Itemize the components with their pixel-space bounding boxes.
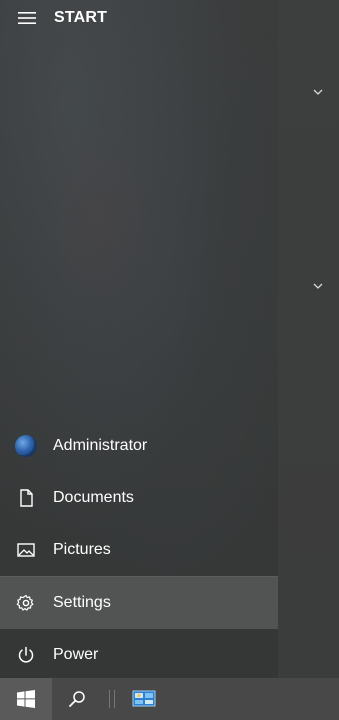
gear-icon (0, 577, 52, 629)
search-button[interactable] (52, 678, 102, 720)
pictures-icon (0, 524, 52, 576)
start-title: START (54, 9, 108, 26)
menu-item-label: Administrator (53, 437, 148, 454)
start-button[interactable] (0, 678, 52, 720)
menu-item-administrator[interactable]: Administrator (0, 420, 278, 472)
screen: START Administrator Documents Pictures S… (0, 0, 339, 720)
control-panel-icon (132, 690, 156, 707)
menu-item-power[interactable]: Power (0, 629, 278, 681)
taskbar-divider (102, 678, 122, 720)
chevron-down-icon[interactable] (310, 84, 326, 100)
search-icon (69, 691, 85, 707)
menu-item-label: Settings (53, 594, 111, 611)
start-header: START (0, 0, 278, 36)
menu-item-settings[interactable]: Settings (0, 576, 278, 629)
taskbar-app-control-panel[interactable] (122, 678, 166, 720)
hamburger-menu-button[interactable] (0, 0, 54, 36)
windows-logo-icon (17, 690, 35, 708)
start-menu-list: Administrator Documents Pictures Setting… (0, 420, 278, 681)
menu-item-label: Documents (53, 489, 134, 506)
menu-item-pictures[interactable]: Pictures (0, 524, 278, 576)
start-menu-pane: START Administrator Documents Pictures S… (0, 0, 278, 678)
power-icon (0, 629, 52, 681)
menu-item-label: Pictures (53, 541, 111, 558)
hamburger-icon (18, 12, 36, 24)
menu-item-documents[interactable]: Documents (0, 472, 278, 524)
user-avatar-icon (0, 420, 52, 472)
taskbar (0, 678, 339, 720)
menu-item-label: Power (53, 646, 99, 663)
chevron-down-icon[interactable] (310, 278, 326, 294)
avatar (15, 435, 37, 457)
tiles-area (278, 0, 339, 678)
document-icon (0, 472, 52, 524)
